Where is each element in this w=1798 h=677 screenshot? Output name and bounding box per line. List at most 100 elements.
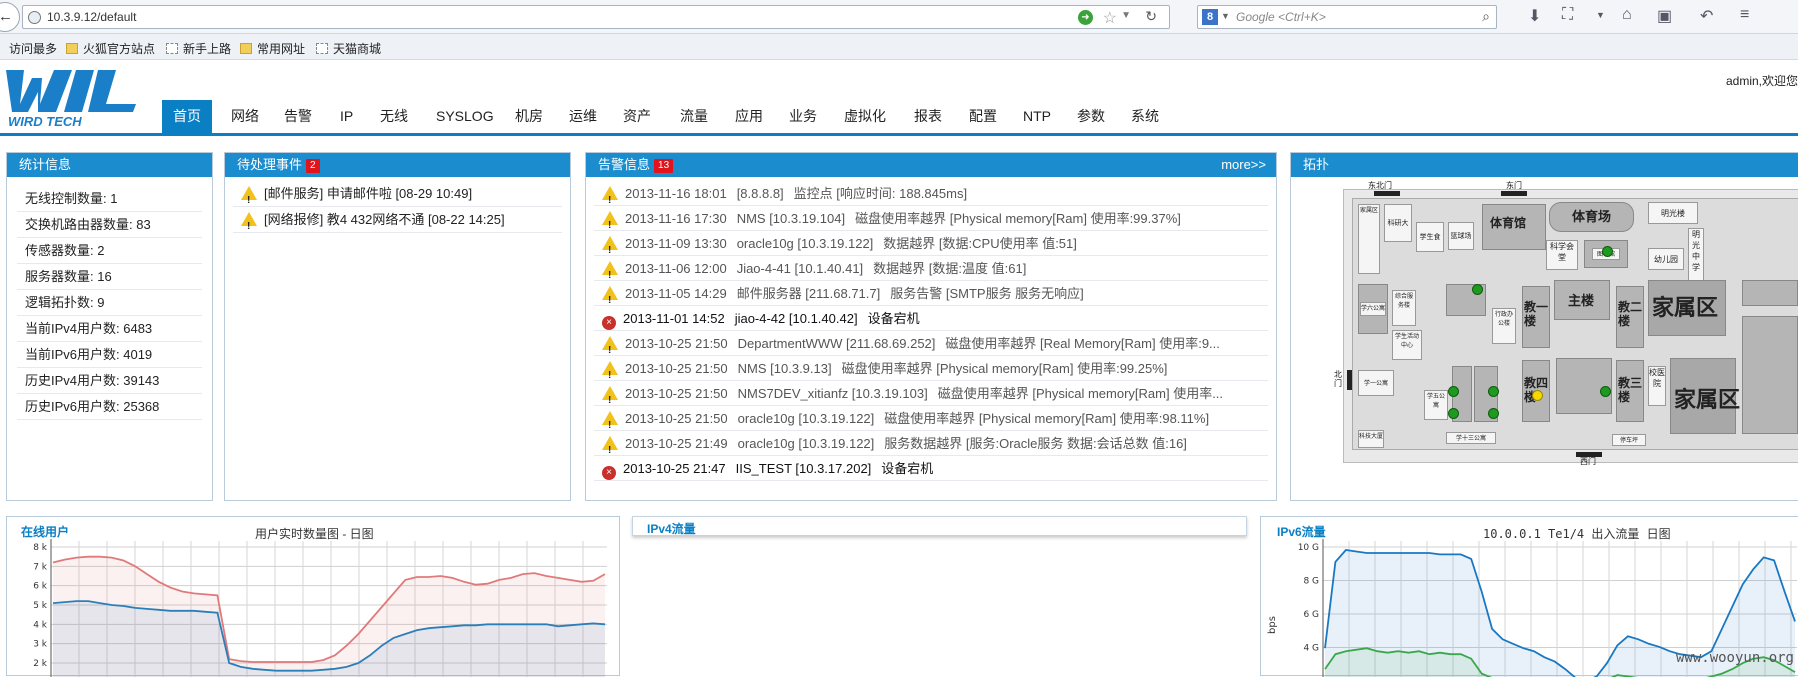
search-box[interactable]: 8 ▼ Google <Ctrl+K> ⌕: [1197, 5, 1497, 29]
search-engine-dropdown-icon[interactable]: ▼: [1221, 11, 1230, 21]
alarm-msg: 磁盘使用率越界 [Physical memory[Ram] 使用率:99.37%…: [855, 211, 1181, 226]
alarm-source: NMS7DEV_xitianfz [10.3.19.103]: [738, 386, 928, 401]
url-dropdown-icon[interactable]: ▼: [1121, 10, 1131, 21]
page-icon: [316, 43, 328, 54]
alarm-row[interactable]: 2013-10-25 21:50oracle10g [10.3.19.122]磁…: [594, 406, 1268, 431]
event-row[interactable]: [网络报修] 教4 432网络不通 [08-22 14:25]: [233, 207, 562, 233]
alarm-row[interactable]: 2013-11-05 14:29邮件服务器 [211.68.71.7]服务告警 …: [594, 281, 1268, 306]
download-icon[interactable]: ⬇: [1528, 6, 1541, 26]
alarm-row[interactable]: 2013-10-25 21:50 DepartmentWWW [211.68.69…: [594, 331, 1268, 356]
alarm-row[interactable]: 2013-11-09 13:30oracle10g [10.3.19.122]数…: [594, 231, 1268, 256]
alarm-msg: 监控点 [响应时间: 188.845ms]: [794, 186, 967, 201]
alarm-time: 2013-10-25 21:50: [625, 336, 728, 351]
alarm-row[interactable]: 2013-10-25 21:50NMS7DEV_xitianfz [10.3.1…: [594, 381, 1268, 406]
alarm-row[interactable]: ×2013-10-25 21:47IIS_TEST [10.3.17.202]设…: [594, 456, 1268, 481]
alarm-source: oracle10g [10.3.19.122]: [738, 436, 875, 451]
online-users-panel: 在线用户 用户实时数量图 - 日图 8 k7 k6 k5 k4 k3 k2 k: [6, 516, 620, 676]
alarm-time: 2013-10-25 21:49: [625, 436, 728, 451]
nav-application[interactable]: 应用: [735, 100, 763, 133]
device-node[interactable]: [1600, 386, 1611, 397]
alarm-row[interactable]: 2013-10-25 21:50NMS [10.3.9.13]磁盘使用率越界 […: [594, 356, 1268, 381]
url-bar[interactable]: 10.3.9.12/default ➜ ☆ ▼ ↻: [22, 5, 1170, 29]
nav-home[interactable]: 首页: [162, 100, 212, 133]
stat-row: 传感器数量: 2: [17, 238, 202, 264]
building-mingguang-school: 明光中学: [1688, 228, 1704, 288]
alarm-row[interactable]: 2013-11-16 17:30NMS [10.3.19.104]磁盘使用率越界…: [594, 206, 1268, 231]
search-placeholder: Google <Ctrl+K>: [1236, 10, 1326, 24]
nav-business[interactable]: 业务: [789, 100, 817, 133]
stat-row: 历史IPv4用户数: 39143: [17, 368, 202, 394]
bookmark-getting-started[interactable]: 新手上路: [166, 40, 231, 57]
bookmark-most-visited[interactable]: 访问最多: [9, 40, 57, 57]
event-text: [网络报修] 教4 432网络不通 [08-22 14:25]: [264, 212, 505, 227]
addon-icon[interactable]: ▣: [1657, 6, 1672, 26]
building-research: 科研大楼: [1384, 204, 1412, 242]
screenshot-icon[interactable]: ⛶: [1562, 6, 1573, 24]
alarm-row[interactable]: ×2013-11-01 14:52jiao-4-42 [10.1.40.42]设…: [594, 306, 1268, 331]
bookmark-common-sites[interactable]: 常用网址: [240, 40, 305, 57]
campus-map[interactable]: 东北门 东门 南门 北门 西门 家属区 科研大楼 学生食堂 篮球场 体育馆 体育…: [1343, 189, 1798, 463]
event-row[interactable]: [邮件服务] 申请邮件啦 [08-29 10:49]: [233, 181, 562, 207]
device-node[interactable]: [1602, 246, 1613, 257]
nav-alarm[interactable]: 告警: [284, 100, 312, 133]
nav-network[interactable]: 网络: [231, 100, 259, 133]
building-tech-tower: 科技大厦: [1358, 430, 1384, 448]
warning-icon: [602, 186, 618, 200]
nav-operations[interactable]: 运维: [569, 100, 597, 133]
back-button[interactable]: ←: [0, 2, 20, 32]
device-node[interactable]: [1488, 386, 1499, 397]
nav-virtualization[interactable]: 虚拟化: [844, 100, 886, 133]
alarms-title: 告警信息13more>>: [586, 153, 1276, 177]
ipv4-panel: IPv4流量: [632, 516, 1247, 536]
search-engine-icon[interactable]: 8: [1202, 9, 1218, 25]
device-node-warning[interactable]: [1532, 390, 1543, 401]
reload-icon[interactable]: ↻: [1145, 8, 1157, 25]
nav-config[interactable]: 配置: [969, 100, 997, 133]
events-list: [邮件服务] 申请邮件啦 [08-29 10:49] [网络报修] 教4 432网…: [225, 181, 570, 233]
device-node[interactable]: [1488, 408, 1499, 419]
alarm-msg: 磁盘使用率越界 [Physical memory[Ram] 使用率...: [938, 386, 1223, 401]
device-node[interactable]: [1448, 408, 1459, 419]
event-text: [邮件服务] 申请邮件啦 [08-29 10:49]: [264, 186, 472, 201]
browser-toolbar: ← 10.3.9.12/default ➜ ☆ ▼ ↻ 8 ▼ Google <…: [0, 0, 1798, 34]
events-count-badge: 2: [306, 159, 320, 173]
dropdown-icon[interactable]: ▼: [1596, 10, 1605, 20]
nav-machine-room[interactable]: 机房: [515, 100, 543, 133]
bookmark-firefox-official[interactable]: 火狐官方站点: [66, 40, 155, 57]
device-node[interactable]: [1448, 386, 1459, 397]
more-alarms-link[interactable]: more>>: [1221, 153, 1266, 177]
alarm-row[interactable]: 2013-11-16 18:01[8.8.8.8]监控点 [响应时间: 188.…: [594, 181, 1268, 206]
bookmark-tmall[interactable]: 天猫商城: [316, 40, 381, 57]
home-icon[interactable]: ⌂: [1622, 6, 1632, 24]
menu-icon[interactable]: ≡: [1740, 6, 1749, 24]
nav-ntp[interactable]: NTP: [1023, 100, 1051, 133]
alarm-source: jiao-4-42 [10.1.40.42]: [735, 311, 858, 326]
alarm-source: DepartmentWWW [211.68.69.252]: [738, 336, 936, 351]
warning-icon: [602, 236, 618, 250]
stat-row: 逻辑拓扑数: 9: [17, 290, 202, 316]
nav-syslog[interactable]: SYSLOG: [436, 100, 494, 133]
go-icon[interactable]: ➜: [1078, 10, 1093, 25]
device-node[interactable]: [1472, 284, 1483, 295]
alarm-msg: 服务告警 [SMTP服务 服务无响应]: [890, 286, 1084, 301]
bookmark-star-icon[interactable]: ☆: [1103, 8, 1117, 28]
building-admin: 行政办公楼: [1492, 308, 1516, 344]
stats-panel: 统计信息 无线控制数量: 1交换机路由器数量: 83传感器数量: 2服务器数量:…: [6, 152, 213, 501]
alarm-row[interactable]: 2013-11-06 12:00Jiao-4-41 [10.1.40.41]数据…: [594, 256, 1268, 281]
undo-icon[interactable]: ↶: [1700, 6, 1713, 26]
stat-row: 当前IPv6用户数: 4019: [17, 342, 202, 368]
nav-reports[interactable]: 报表: [914, 100, 942, 133]
nav-traffic[interactable]: 流量: [680, 100, 708, 133]
nav-params[interactable]: 参数: [1077, 100, 1105, 133]
search-icon[interactable]: ⌕: [1482, 8, 1490, 25]
gate-north-bar: [1347, 370, 1352, 390]
alarm-row[interactable]: 2013-10-25 21:49oracle10g [10.3.19.122]服…: [594, 431, 1268, 456]
nav-ip[interactable]: IP: [340, 100, 353, 133]
building-science-hall: 科学会堂: [1546, 240, 1578, 270]
nav-assets[interactable]: 资产: [623, 100, 651, 133]
nav-wireless[interactable]: 无线: [380, 100, 408, 133]
building-hospital: 校医院: [1648, 366, 1666, 406]
gate-west-label: 西门: [1580, 456, 1596, 467]
topology-panel: 拓扑 东北门 东门 南门 北门 西门 家属区 科研大楼 学生食堂 篮球场 体育馆…: [1290, 152, 1798, 501]
nav-system[interactable]: 系统: [1131, 100, 1159, 133]
